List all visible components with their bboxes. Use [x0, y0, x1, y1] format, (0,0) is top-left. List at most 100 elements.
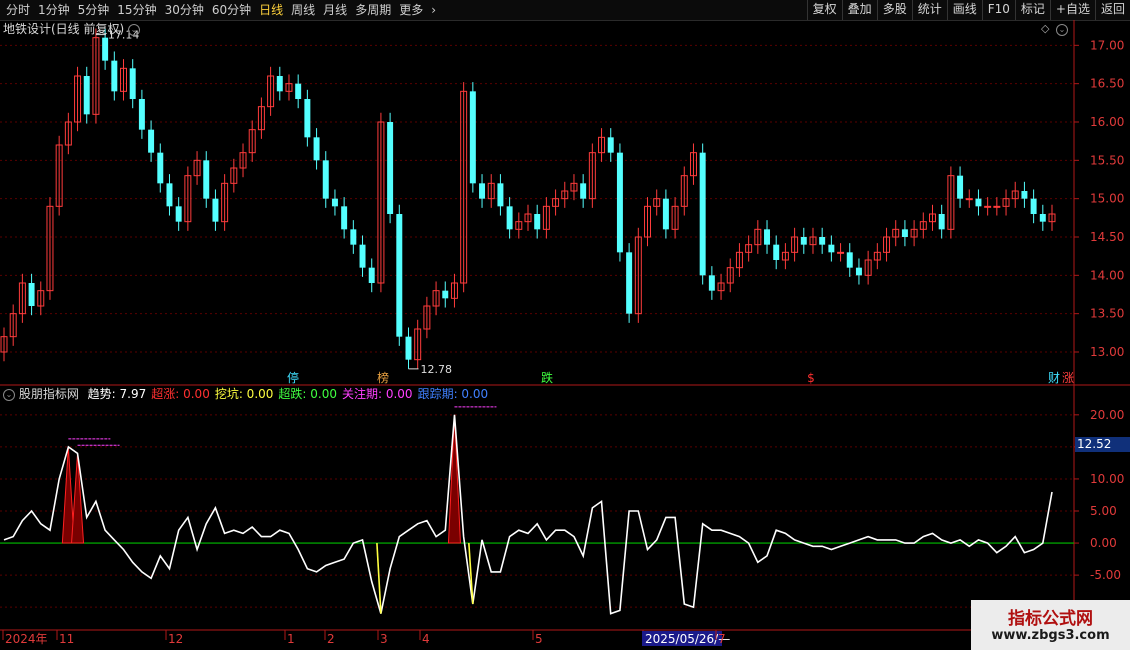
date-label: 2 — [327, 632, 335, 646]
date-label: 1 — [287, 632, 295, 646]
toolbar-tools: 复权 叠加 多股 统计 画线 F10 标记 +自选 返回 — [806, 0, 1130, 20]
price-tick-label: 13.00 — [1090, 345, 1124, 359]
period-tab-2[interactable]: 5分钟 — [74, 0, 114, 20]
indicator-tick-label: 5.00 — [1090, 504, 1117, 518]
candle-body-up — [984, 205, 992, 208]
event-marker: 跌 — [541, 370, 553, 385]
toolbar-button-4[interactable]: 画线 — [946, 0, 982, 20]
candle-body-down — [28, 283, 35, 306]
chevron-down-icon[interactable]: ⌄ — [128, 23, 141, 36]
candle-body-down — [350, 229, 357, 245]
candle-body-down — [212, 198, 219, 222]
candle-body-down — [203, 160, 210, 199]
toolbar-button-1[interactable]: 叠加 — [841, 0, 877, 20]
chart-area[interactable]: 17.0016.5016.0015.5015.0014.5014.0013.50… — [0, 20, 1130, 650]
candle-body-down — [800, 237, 807, 245]
price-tick-label: 13.50 — [1090, 307, 1124, 321]
candle-body-down — [304, 99, 311, 138]
candle-body-down — [773, 244, 780, 260]
event-marker: 财 — [1048, 371, 1060, 385]
candle-body-down — [129, 68, 136, 99]
candle-body-down — [846, 252, 853, 268]
indicator-tick-label: 10.00 — [1090, 472, 1124, 486]
candle-body-down — [313, 137, 320, 161]
main-panel-header: 地铁设计(日线 前复权) ⌄ — [3, 21, 141, 37]
candle-body-down — [616, 152, 623, 253]
date-axis: 2024年 11 12 1 2 3 4 5 2025/05/26/—7 — [2, 630, 730, 646]
toolbar-button-5[interactable]: F10 — [981, 0, 1015, 20]
event-markers: 停 榜 跌 $ 财涨 — [287, 370, 1074, 385]
period-tab-3[interactable]: 15分钟 — [113, 0, 160, 20]
candle-body-down — [975, 198, 982, 207]
candle-body-down — [828, 244, 835, 253]
candle-body-up — [993, 205, 1001, 208]
toolbar-button-2[interactable]: 多股 — [876, 0, 912, 20]
indicator-item-4: 关注期: 0.00 — [341, 387, 413, 401]
candle-body-down — [295, 83, 302, 99]
candle-body-down — [506, 206, 513, 230]
candle-body-up — [965, 198, 973, 201]
toolbar-button-7[interactable]: +自选 — [1049, 0, 1095, 20]
indicator-series — [0, 406, 1074, 615]
candle-body-down — [138, 99, 145, 130]
toolbar-button-6[interactable]: 标记 — [1014, 0, 1050, 20]
date-label: 3 — [380, 632, 388, 646]
indicator-name: 股朋指标网 — [18, 387, 79, 401]
period-tab-5[interactable]: 60分钟 — [208, 0, 255, 20]
candle-body-down — [387, 122, 394, 214]
toolbar-button-0[interactable]: 复权 — [806, 0, 842, 20]
candle-body-down — [442, 290, 449, 299]
candle-body-down — [819, 237, 826, 245]
price-tick-label: 16.00 — [1090, 115, 1124, 129]
price-tick-label: 14.00 — [1090, 268, 1124, 282]
indicator-item-2: 挖坑: 0.00 — [214, 387, 274, 401]
period-tab-10[interactable]: 更多 — [395, 0, 427, 20]
event-marker: 停 — [287, 370, 299, 385]
watermark-url: www.zbgs3.com — [991, 628, 1110, 643]
settings-circle-icon[interactable]: ⌄ — [1056, 22, 1068, 36]
price-tick-label: 15.00 — [1090, 192, 1124, 206]
watermark-logo: 指标公式网 www.zbgs3.com — [971, 600, 1130, 650]
candle-body-down — [175, 206, 182, 222]
watermark-title: 指标公式网 — [1008, 609, 1093, 629]
candle-body-down — [359, 244, 366, 268]
candle-body-down — [662, 198, 669, 230]
date-label: 12 — [168, 632, 183, 646]
period-tab-6[interactable]: 日线 — [255, 0, 287, 20]
candle-body-down — [157, 152, 164, 184]
period-tab-1[interactable]: 1分钟 — [34, 0, 74, 20]
chevron-down-icon[interactable]: ⌄ — [3, 388, 15, 401]
low-label: 12.78 — [420, 363, 452, 376]
period-tab-0[interactable]: 分时 — [2, 0, 34, 20]
candle-body-down — [1039, 214, 1046, 222]
candle-body-down — [368, 267, 375, 283]
candle-body-down — [699, 152, 706, 276]
diamond-icon[interactable]: ◇ — [1041, 22, 1049, 35]
candle-body-down — [855, 267, 862, 276]
toolbar-button-8[interactable]: 返回 — [1094, 0, 1130, 20]
more-arrow-icon[interactable]: › — [427, 0, 440, 20]
event-marker: 涨 — [1062, 370, 1074, 385]
candle-body-down — [580, 183, 587, 199]
indicator-item-0: 趋势: 7.97 — [87, 387, 147, 401]
indicator-tick-label: -5.00 — [1090, 568, 1121, 582]
date-label: 7 — [718, 632, 726, 646]
candle-body-down — [901, 229, 908, 237]
candle-body-down — [479, 183, 486, 199]
date-label: 2024年 — [5, 632, 48, 646]
indicator-header: ⌄ 股朋指标网 趋势: 7.97 超涨: 0.00 挖坑: 0.00 超跌: 0.00… — [3, 386, 488, 402]
event-marker: 榜 — [377, 370, 389, 385]
candle-body-down — [1021, 191, 1028, 199]
candle-body-down — [957, 175, 964, 199]
candle-body-down — [938, 214, 945, 230]
toolbar-button-3[interactable]: 统计 — [911, 0, 947, 20]
indicator-tick-label: 0.00 — [1090, 536, 1117, 550]
period-tab-8[interactable]: 月线 — [319, 0, 351, 20]
period-tabs: 分时 1分钟 5分钟 15分钟 30分钟 60分钟 日线 周线 月线 多周期 更多 › — [2, 0, 440, 20]
candle-body-down — [764, 229, 771, 245]
period-tab-9[interactable]: 多周期 — [351, 0, 395, 20]
period-tab-4[interactable]: 30分钟 — [161, 0, 208, 20]
trend-line — [3, 414, 1053, 615]
period-tab-7[interactable]: 周线 — [287, 0, 319, 20]
stock-title: 地铁设计(日线 前复权) — [3, 22, 125, 36]
